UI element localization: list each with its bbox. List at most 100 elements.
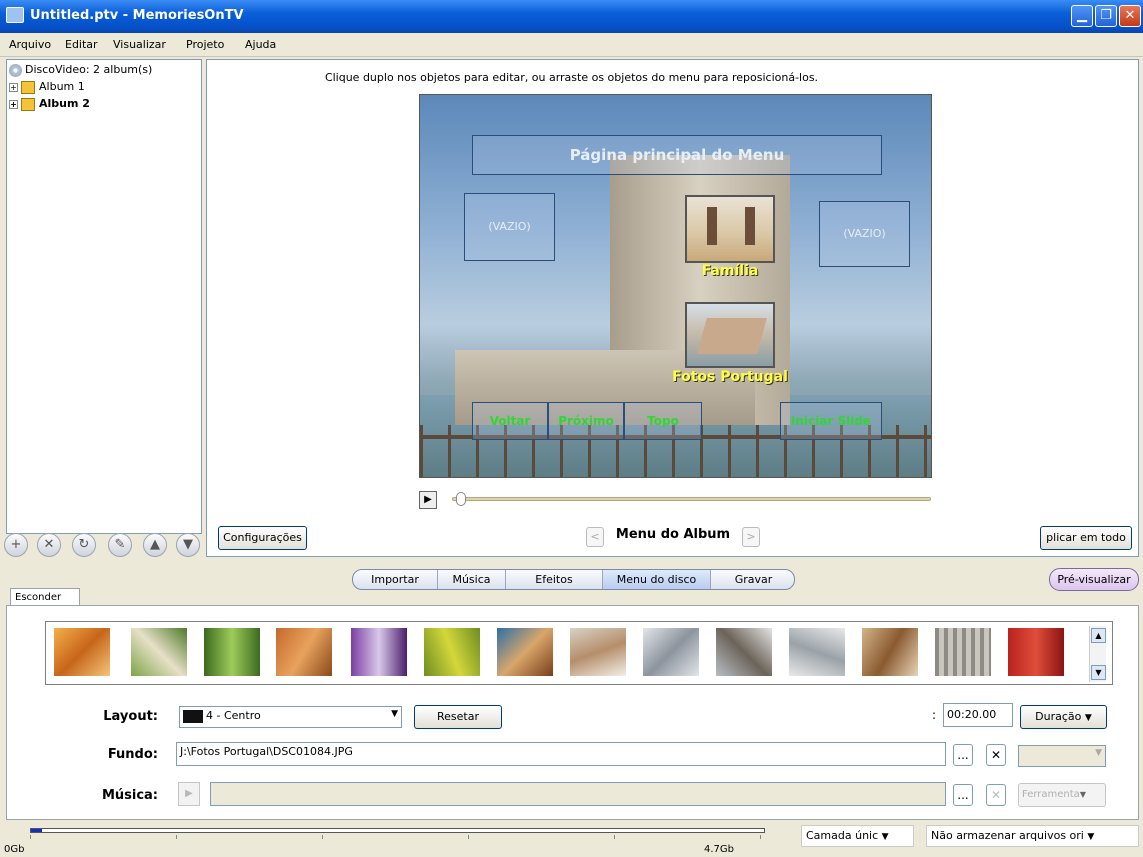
layout-select[interactable]: 4 - Centro ▼ [179,706,402,728]
background-thumbnail[interactable] [716,628,772,676]
background-thumbnail[interactable] [935,628,991,676]
move-up-button[interactable]: ▲ [143,533,167,557]
menu-arquivo[interactable]: Arquivo [9,38,51,51]
plus-icon: + [10,537,22,552]
browse-background-button[interactable]: ... [953,744,973,766]
apply-all-button[interactable]: plicar em todo [1040,526,1132,550]
pencil-icon: ✎ [114,537,126,552]
album2-label[interactable]: Fotos Portugal [645,369,815,385]
prev-page-button[interactable]: < [586,527,604,547]
scroll-down-button[interactable]: ▼ [1091,665,1106,680]
status-bar: 0Gb 4.7Gb Camada únic ▼ Não armazenar ar… [0,822,1143,857]
add-button[interactable]: + [4,533,28,557]
background-thumbnail[interactable] [351,628,407,676]
layout-label: Layout: [103,709,158,724]
nav-next-button[interactable]: Próximo [548,402,624,440]
x-icon: ✕ [990,748,1002,762]
clear-background-button[interactable]: ✕ [986,744,1006,766]
restore-button[interactable]: ❐ [1095,5,1117,27]
background-thumbnail[interactable] [54,628,110,676]
tab-gravar[interactable]: Gravar [711,570,794,589]
nav-back-button[interactable]: Voltar [472,402,548,440]
background-thumbnail[interactable] [1008,628,1064,676]
background-thumbnail[interactable] [789,628,845,676]
title-bar: Untitled.ptv - MemoriesOnTV ▁ ❐ ✕ [0,0,1143,33]
play-music-button[interactable]: ▶ [178,782,200,806]
dropdown-arrow-icon: ▼ [1087,832,1095,842]
tab-menu-do-disco[interactable]: Menu do disco [603,570,711,589]
album1-label[interactable]: Família [665,263,795,279]
browse-music-button[interactable]: ... [953,784,973,806]
background-thumbnail[interactable] [131,628,187,676]
background-filmstrip[interactable]: ▲ ▼ [45,621,1113,685]
background-options-select[interactable]: ▼ [1018,745,1106,767]
refresh-button[interactable]: ↻ [72,533,96,557]
dropdown-arrow-icon: ▼ [391,709,398,719]
menu-visualizar[interactable]: Visualizar [113,38,166,51]
dropdown-arrow-icon: ▼ [1079,790,1086,799]
remove-button[interactable]: ✕ [37,533,61,557]
background-thumbnail[interactable] [424,628,480,676]
minimize-button[interactable]: ▁ [1071,5,1093,27]
building-figure [697,318,767,354]
preview-button[interactable]: Pré-visualizar [1049,568,1139,591]
tab-importar[interactable]: Importar [353,570,438,589]
hide-tab[interactable]: Esconder [10,588,80,606]
timeline-slider[interactable] [452,497,931,501]
slider-thumb[interactable] [456,492,466,506]
background-thumbnail[interactable] [643,628,699,676]
music-path-field[interactable] [210,782,946,806]
scroll-up-button[interactable]: ▲ [1091,628,1106,643]
expand-icon[interactable]: + [9,99,18,109]
capacity-end-label: 4.7Gb [704,844,734,855]
storage-select[interactable]: Não armazenar arquivos ori ▼ [926,825,1139,847]
album2-thumbnail[interactable] [685,302,775,368]
empty-slot-left[interactable]: (VAZIO) [464,193,555,261]
clear-music-button[interactable]: ✕ [986,784,1006,806]
menu-title-box[interactable]: Página principal do Menu [472,135,882,175]
settings-button[interactable]: Configurações [218,526,307,550]
dropdown-arrow-icon: ▼ [1084,713,1092,723]
album1-thumbnail[interactable] [685,195,775,263]
move-down-button[interactable]: ▼ [176,533,200,557]
background-thumbnail[interactable] [276,628,332,676]
edit-button[interactable]: ✎ [108,533,132,557]
background-thumbnail[interactable] [570,628,626,676]
background-thumbnail[interactable] [204,628,260,676]
capacity-bar [30,828,765,833]
album-tree[interactable]: DiscoVideo: 2 album(s) + Album 1 + Album 2 [6,59,202,534]
menu-editar[interactable]: Editar [65,38,98,51]
filmstrip-scrollbar[interactable]: ▲ ▼ [1089,626,1106,682]
empty-slot-right[interactable]: (VAZIO) [819,201,910,267]
chevron-up-icon: ▲ [1095,631,1102,640]
nav-top-button[interactable]: Topo [624,402,702,440]
preview-hint: Clique duplo nos objetos para editar, ou… [324,71,819,84]
down-icon: ▼ [183,537,193,552]
start-slideshow-button[interactable]: Iniciar Slide [780,402,882,440]
background-path-field[interactable]: J:\Fotos Portugal\DSC01084.JPG [176,742,946,766]
layer-select[interactable]: Camada únic ▼ [801,825,914,847]
menu-canvas[interactable]: Página principal do Menu (VAZIO) (VAZIO)… [419,94,932,478]
music-tools-button[interactable]: Ferramenta▼ [1018,783,1106,807]
tab-musica[interactable]: Música [438,570,506,589]
tree-item-album2[interactable]: + Album 2 [9,96,90,112]
chevron-right-icon: > [746,530,756,543]
menu-projeto[interactable]: Projeto [186,38,224,51]
background-thumbnail[interactable] [862,628,918,676]
menu-ajuda[interactable]: Ajuda [245,38,276,51]
person-figure [707,207,717,245]
app-icon [6,7,24,23]
capacity-start-label: 0Gb [4,844,25,855]
x-icon: ✕ [990,788,1002,802]
next-page-button[interactable]: > [742,527,760,547]
play-icon: ▶ [185,788,193,799]
duration-button[interactable]: Duração ▼ [1020,705,1107,729]
close-button[interactable]: ✕ [1119,5,1141,27]
capacity-ticks [30,835,765,839]
tab-efeitos[interactable]: Efeitos [506,570,603,589]
play-button[interactable]: ▶ [419,491,437,509]
duration-input[interactable]: 00:20.00 [943,703,1013,727]
chevron-left-icon: < [590,530,600,543]
reset-button[interactable]: Resetar [414,705,502,729]
background-thumbnail[interactable] [497,628,553,676]
